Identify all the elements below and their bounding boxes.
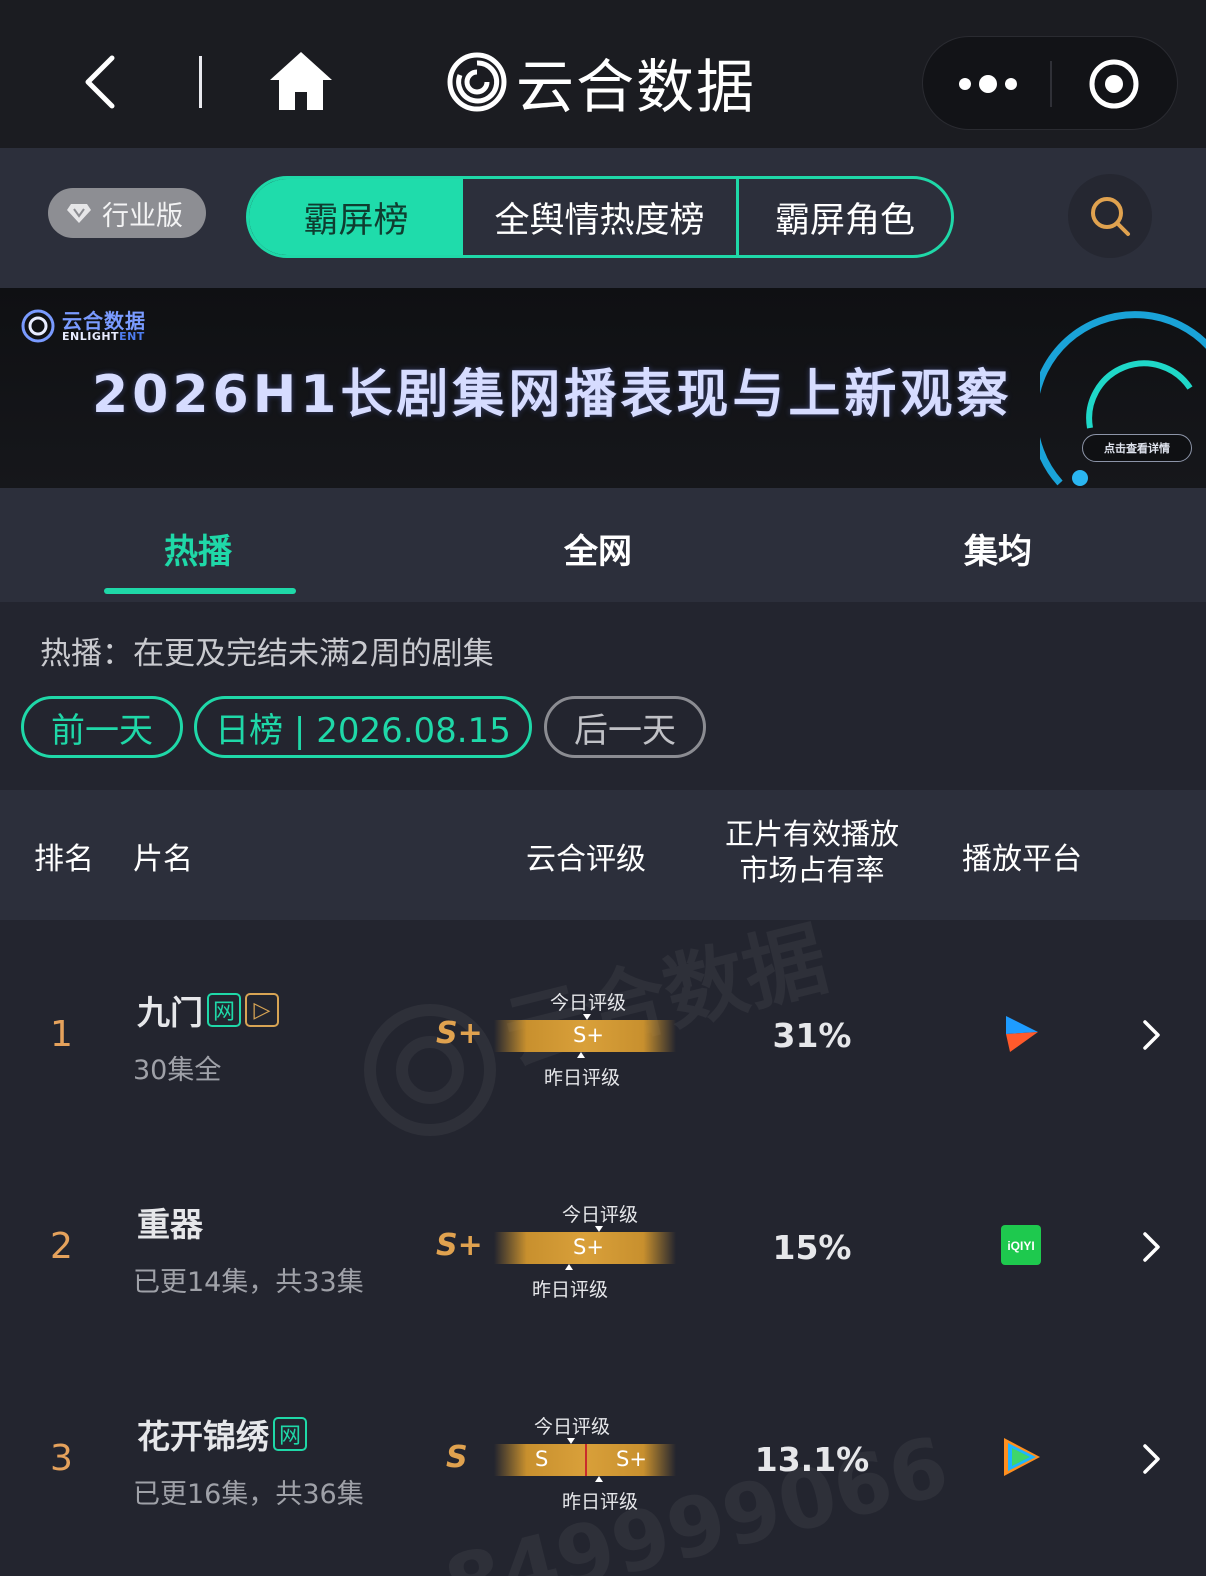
yesterday-rating-label: 昨日评级 bbox=[544, 1067, 621, 1089]
capsule-divider bbox=[1050, 61, 1052, 107]
table-header: 排名 片名 云合评级 正片有效播放 市场占有率 播放平台 bbox=[0, 790, 1206, 920]
web-drama-tag: 网 bbox=[273, 1417, 307, 1451]
title-line: 花开锦绣 网 bbox=[137, 1410, 307, 1458]
tab-public-opinion-ranking[interactable]: 全舆情热度榜 bbox=[463, 179, 739, 255]
yesterday-rating-label: 昨日评级 bbox=[562, 1491, 639, 1513]
rating-bar-value-next: S+ bbox=[616, 1447, 647, 1471]
rating-bar-value: S+ bbox=[573, 1235, 604, 1259]
more-icon[interactable] bbox=[949, 59, 1027, 109]
rank-number: 3 bbox=[50, 1438, 73, 1479]
banner-logo-en: ENLIGHTENT bbox=[62, 329, 145, 343]
yesterday-marker bbox=[565, 1264, 573, 1270]
exclusive-tag: ▷ bbox=[245, 993, 279, 1027]
drama-title: 重器 bbox=[137, 1205, 203, 1244]
episode-status: 已更16集，共36集 bbox=[133, 1479, 364, 1510]
yesterday-marker bbox=[595, 1476, 603, 1482]
yesterday-marker bbox=[577, 1052, 585, 1058]
rating-grade: S bbox=[446, 1440, 468, 1475]
date-picker[interactable]: 日榜 | 2026.08.15 bbox=[194, 696, 532, 758]
diamond-icon bbox=[67, 204, 91, 223]
header-platform: 播放平台 bbox=[962, 842, 1082, 877]
svg-text:iQIYI: iQIYI bbox=[1007, 1239, 1034, 1253]
yunhe-logo-small-icon bbox=[21, 309, 55, 343]
search-icon bbox=[1091, 197, 1130, 236]
category-tabs: 热播 全网 集均 bbox=[0, 488, 1206, 602]
today-rating-label: 今日评级 bbox=[534, 1416, 611, 1438]
category-description: 热播：在更及完结未满2周的剧集 bbox=[40, 636, 494, 672]
rank-number: 2 bbox=[50, 1226, 73, 1267]
grade-boundary bbox=[585, 1444, 587, 1476]
ranking-type-bar: 行业版 霸屏榜 全舆情热度榜 霸屏角色 bbox=[0, 148, 1206, 288]
header-rating: 云合评级 bbox=[526, 842, 646, 877]
prev-day-button[interactable]: 前一天 bbox=[21, 696, 183, 758]
capsule-menu bbox=[922, 36, 1178, 130]
rating-bar: S+ bbox=[494, 1232, 676, 1264]
edition-switch-button[interactable]: 行业版 bbox=[48, 188, 206, 238]
header-title: 片名 bbox=[133, 842, 193, 877]
tab-hot[interactable]: 热播 bbox=[164, 524, 232, 573]
youku-icon bbox=[1006, 1016, 1038, 1052]
banner-logo: 云合数据 ENLIGHTENT bbox=[20, 308, 146, 344]
nav-title-group: 云合数据 bbox=[446, 46, 756, 121]
banner-logo-cn: 云合数据 bbox=[62, 308, 146, 333]
table-row[interactable]: 2 重器 已更14集，共33集 S+ 今日评级 S+ 昨日评级 15% iQIY… bbox=[0, 1142, 1206, 1354]
search-button[interactable] bbox=[1068, 174, 1152, 258]
active-tab-indicator bbox=[104, 588, 296, 594]
title-line: 九门 网 ▷ bbox=[137, 986, 279, 1034]
banner-detail-button[interactable]: 点击查看详情 bbox=[1082, 434, 1192, 462]
tencent-video-icon bbox=[1004, 1438, 1040, 1476]
title-line: 重器 bbox=[137, 1198, 203, 1246]
tab-dominant-roles[interactable]: 霸屏角色 bbox=[739, 179, 951, 255]
chevron-right-icon bbox=[1143, 1020, 1160, 1050]
tab-all-network[interactable]: 全网 bbox=[564, 524, 632, 573]
yesterday-rating-label: 昨日评级 bbox=[532, 1279, 609, 1301]
iqiyi-icon: iQIYI bbox=[1001, 1225, 1041, 1265]
drama-title: 九门 bbox=[137, 993, 203, 1032]
header-rank: 排名 bbox=[34, 842, 94, 877]
market-share-value: 15% bbox=[772, 1228, 852, 1267]
rating-bar: S+ bbox=[494, 1020, 676, 1052]
rating-bar-value-today: S bbox=[535, 1447, 549, 1471]
market-share-value: 31% bbox=[772, 1016, 852, 1055]
rating-grade: S+ bbox=[436, 1016, 483, 1051]
today-rating-label: 今日评级 bbox=[550, 992, 627, 1014]
today-rating-label: 今日评级 bbox=[562, 1204, 639, 1226]
edition-label: 行业版 bbox=[102, 200, 183, 232]
market-share-value: 13.1% bbox=[754, 1440, 870, 1479]
rank-number: 1 bbox=[50, 1014, 73, 1055]
ranking-segmented-tabs: 霸屏榜 全舆情热度榜 霸屏角色 bbox=[246, 176, 954, 258]
rating-bar: S S+ bbox=[494, 1444, 676, 1476]
tab-per-episode[interactable]: 集均 bbox=[964, 524, 1032, 573]
drama-title: 花开锦绣 bbox=[137, 1417, 269, 1456]
promo-banner[interactable]: 云合数据 ENLIGHTENT 2026H1长剧集网播表现与上新观察 点击查看详… bbox=[0, 288, 1206, 488]
next-day-button[interactable]: 后一天 bbox=[544, 696, 706, 758]
banner-title: 2026H1长剧集网播表现与上新观察 bbox=[92, 365, 1013, 425]
chevron-right-icon bbox=[1143, 1444, 1160, 1474]
table-row[interactable]: 1 九门 网 ▷ 30集全 S+ 今日评级 S+ 昨日评级 31% bbox=[0, 930, 1206, 1142]
app-title: 云合数据 bbox=[516, 53, 757, 121]
mini-program-nav-bar: 云合数据 bbox=[0, 0, 1206, 148]
yunhe-logo-icon bbox=[447, 52, 507, 112]
rating-grade: S+ bbox=[436, 1228, 483, 1263]
chevron-right-icon bbox=[1143, 1232, 1160, 1262]
episode-status: 已更14集，共33集 bbox=[133, 1267, 364, 1298]
header-market-share: 正片有效播放 市场占有率 bbox=[724, 817, 899, 887]
web-drama-tag: 网 bbox=[207, 993, 241, 1027]
back-arrow-icon[interactable] bbox=[78, 52, 134, 112]
table-row[interactable]: 3 花开锦绣 网 已更16集，共36集 S 今日评级 S S+ 昨日评级 13.… bbox=[0, 1354, 1206, 1566]
nav-divider bbox=[199, 56, 202, 108]
tab-dominance-ranking[interactable]: 霸屏榜 bbox=[249, 179, 463, 255]
episode-status: 30集全 bbox=[133, 1055, 222, 1086]
close-miniprogram-icon[interactable] bbox=[1087, 57, 1141, 111]
rating-bar-value: S+ bbox=[573, 1023, 604, 1047]
home-icon[interactable] bbox=[268, 50, 334, 112]
